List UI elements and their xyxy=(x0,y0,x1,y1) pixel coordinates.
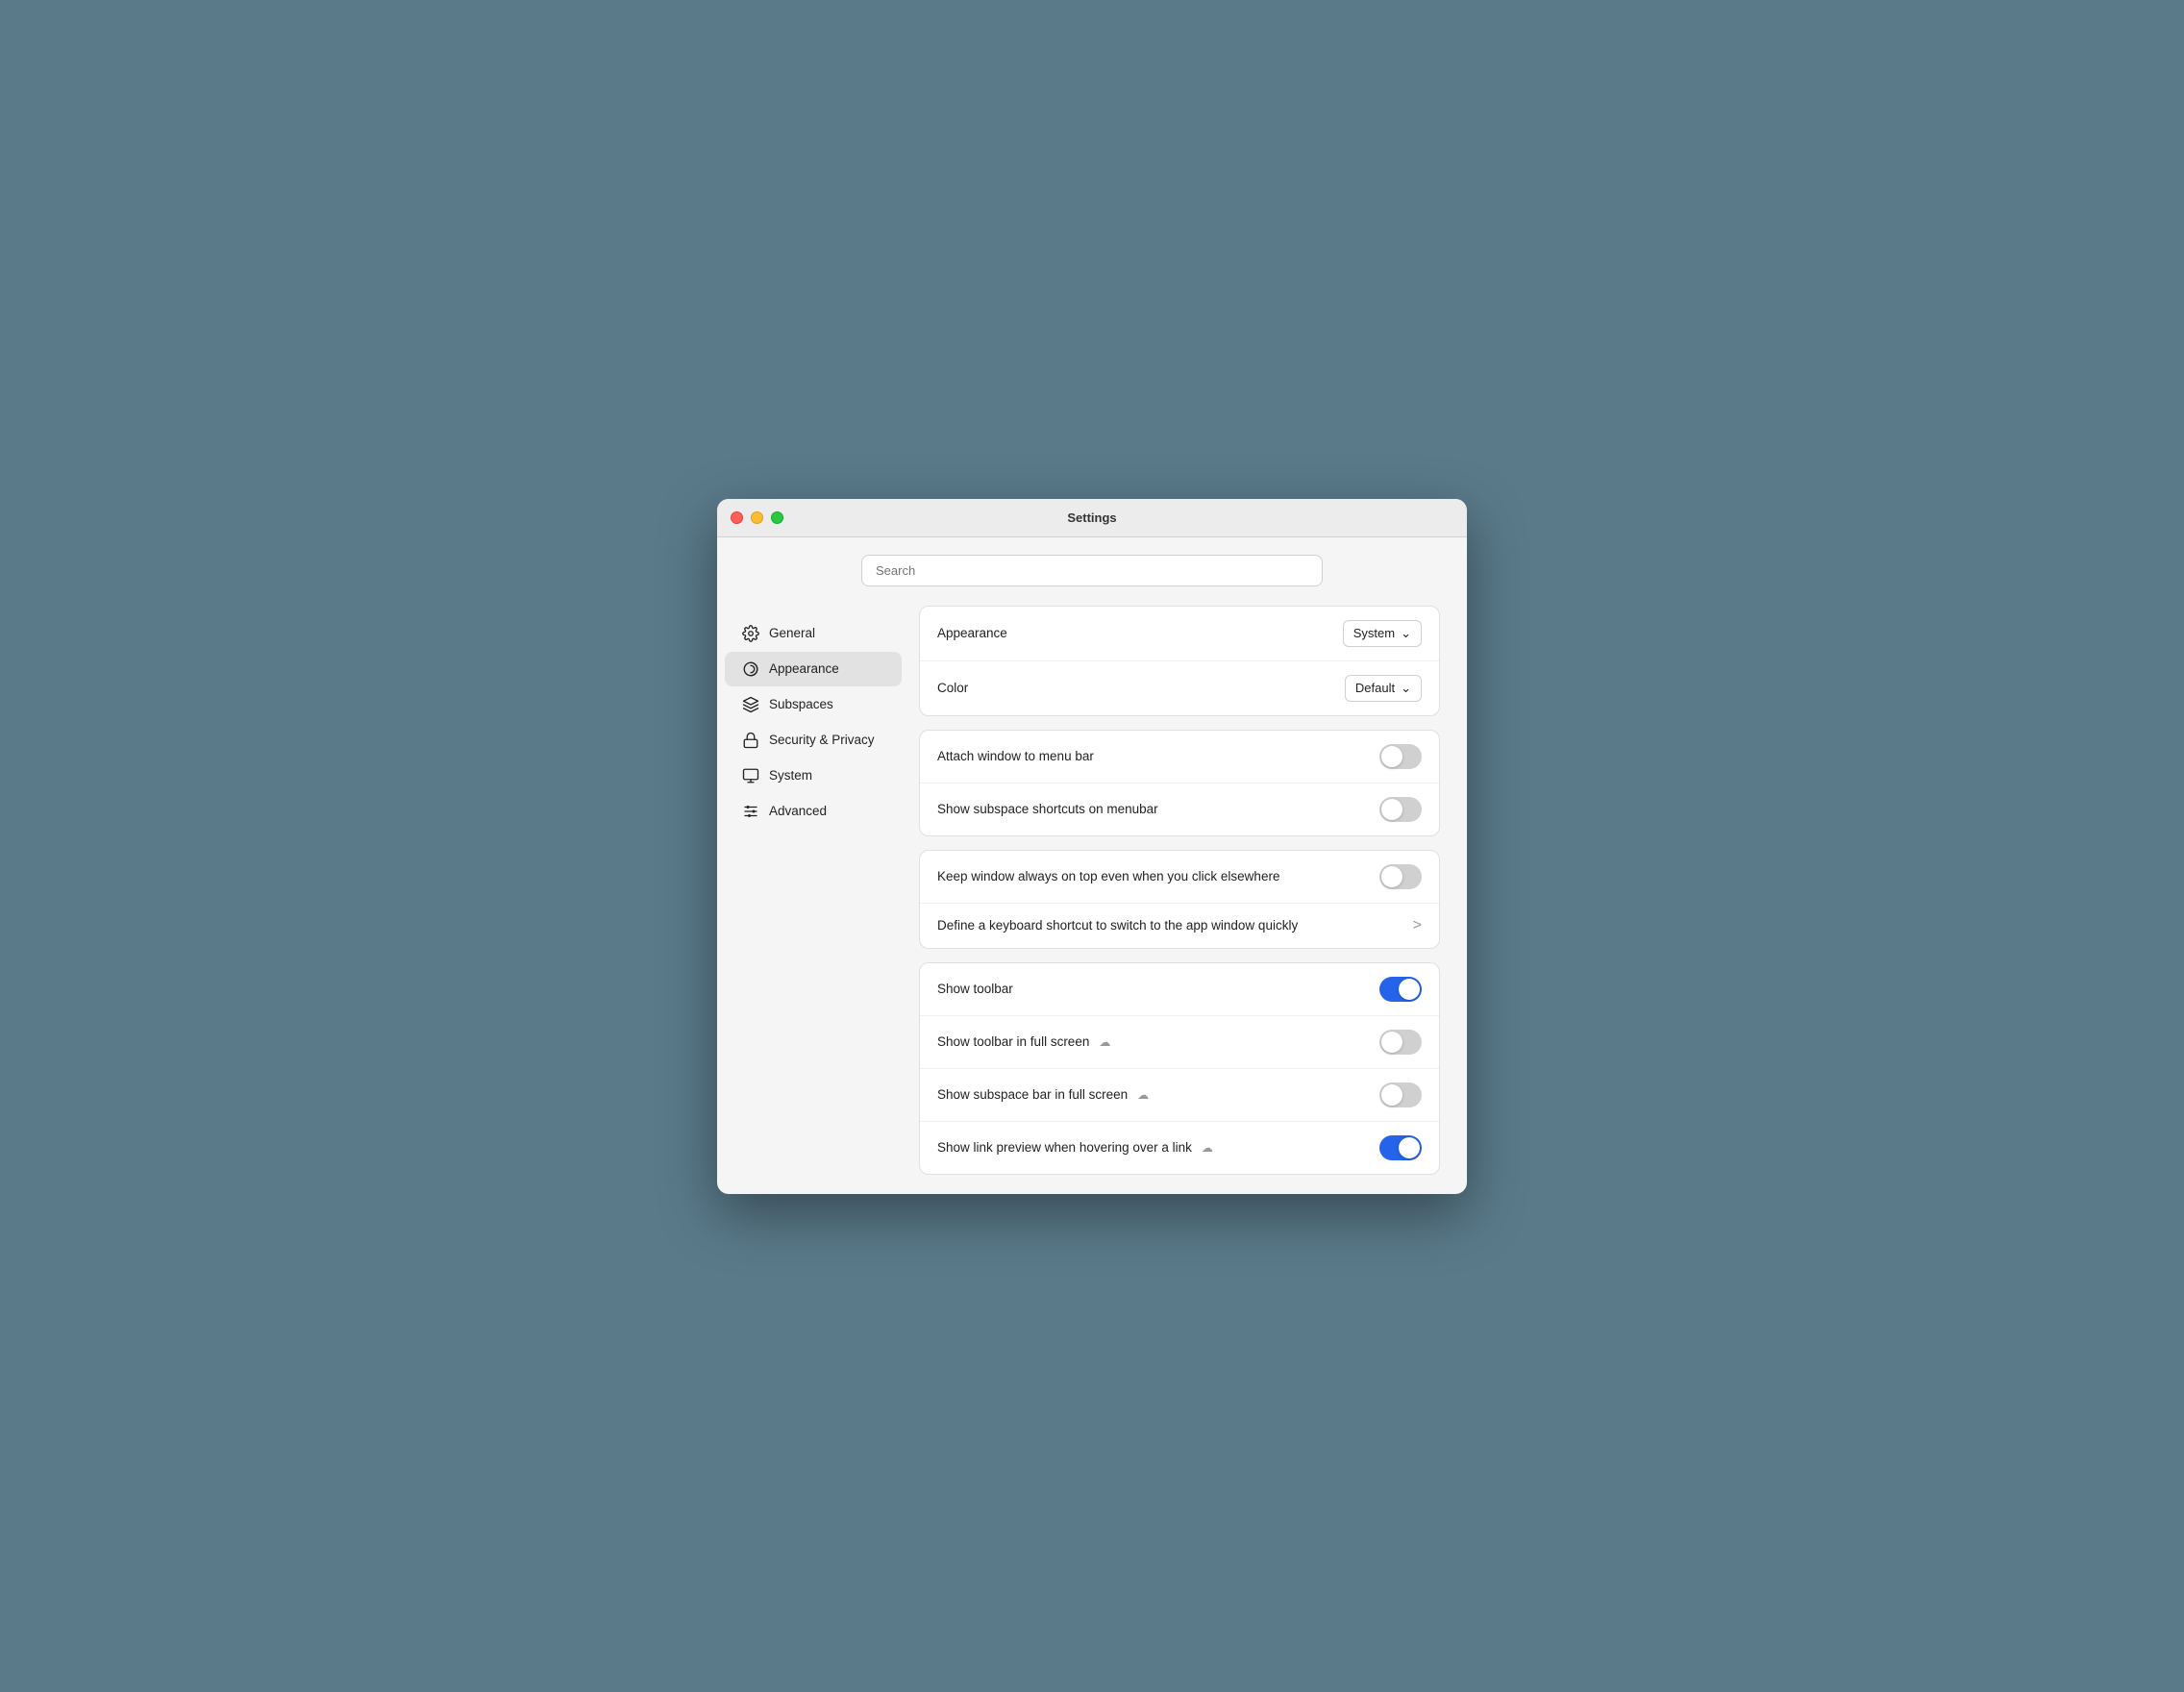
appearance-label: Appearance xyxy=(937,626,1007,640)
settings-window: Settings General xyxy=(717,499,1467,1194)
search-area xyxy=(717,537,1467,596)
cloud-icon-3: ☁ xyxy=(1199,1141,1216,1155)
keep-on-top-toggle[interactable] xyxy=(1379,864,1422,889)
close-button[interactable] xyxy=(731,511,743,524)
toolbar-fullscreen-row: Show toolbar in full screen ☁ xyxy=(920,1016,1439,1069)
toolbar-fullscreen-toggle[interactable] xyxy=(1379,1030,1422,1055)
color-dropdown-value: Default xyxy=(1355,681,1395,695)
titlebar: Settings xyxy=(717,499,1467,537)
maximize-button[interactable] xyxy=(771,511,783,524)
link-preview-row: Show link preview when hovering over a l… xyxy=(920,1122,1439,1174)
window-content: General Appearance Subspaces xyxy=(717,537,1467,1194)
sidebar-label-advanced: Advanced xyxy=(769,804,827,818)
appearance-icon xyxy=(742,660,759,678)
sidebar-label-general: General xyxy=(769,626,815,640)
window-title: Settings xyxy=(1067,510,1116,525)
link-preview-toggle[interactable] xyxy=(1379,1135,1422,1160)
lock-icon xyxy=(742,732,759,749)
sidebar-item-general[interactable]: General xyxy=(725,616,902,651)
color-label: Color xyxy=(937,681,968,695)
chevron-right-icon: > xyxy=(1413,917,1422,934)
minimize-button[interactable] xyxy=(751,511,763,524)
color-row: Color Default ⌄ xyxy=(920,661,1439,715)
show-shortcuts-toggle[interactable] xyxy=(1379,797,1422,822)
appearance-dropdown-value: System xyxy=(1353,626,1395,640)
appearance-color-card: Appearance System ⌄ Color Default ⌄ xyxy=(919,606,1440,716)
show-toolbar-label: Show toolbar xyxy=(937,982,1013,996)
sidebar-item-advanced[interactable]: Advanced xyxy=(725,794,902,829)
sidebar: General Appearance Subspaces xyxy=(717,606,909,1175)
sidebar-label-appearance: Appearance xyxy=(769,661,839,676)
main-content: Appearance System ⌄ Color Default ⌄ xyxy=(909,606,1467,1175)
attach-window-row: Attach window to menu bar xyxy=(920,731,1439,784)
chevron-down-icon: ⌄ xyxy=(1401,681,1411,696)
keyboard-shortcut-label: Define a keyboard shortcut to switch to … xyxy=(937,918,1298,933)
toolbar-card: Show toolbar Show toolbar in full screen… xyxy=(919,962,1440,1175)
sliders-icon xyxy=(742,803,759,820)
cloud-icon-1: ☁ xyxy=(1096,1035,1113,1049)
gear-icon xyxy=(742,625,759,642)
keep-on-top-label: Keep window always on top even when you … xyxy=(937,869,1279,883)
attach-window-toggle[interactable] xyxy=(1379,744,1422,769)
show-toolbar-row: Show toolbar xyxy=(920,963,1439,1016)
traffic-lights xyxy=(731,511,783,524)
subspace-bar-fullscreen-label: Show subspace bar in full screen ☁ xyxy=(937,1087,1152,1102)
keyboard-shortcut-row[interactable]: Define a keyboard shortcut to switch to … xyxy=(920,904,1439,948)
show-shortcuts-row: Show subspace shortcuts on menubar xyxy=(920,784,1439,835)
keep-on-top-row: Keep window always on top even when you … xyxy=(920,851,1439,904)
subspace-bar-fullscreen-toggle[interactable] xyxy=(1379,1082,1422,1107)
search-wrapper xyxy=(861,555,1323,586)
layers-icon xyxy=(742,696,759,713)
window-behavior-card: Keep window always on top even when you … xyxy=(919,850,1440,949)
sidebar-label-system: System xyxy=(769,768,812,783)
sidebar-item-appearance[interactable]: Appearance xyxy=(725,652,902,686)
appearance-dropdown[interactable]: System ⌄ xyxy=(1343,620,1422,647)
show-shortcuts-label: Show subspace shortcuts on menubar xyxy=(937,802,1158,816)
subspace-bar-fullscreen-row: Show subspace bar in full screen ☁ xyxy=(920,1069,1439,1122)
show-toolbar-toggle[interactable] xyxy=(1379,977,1422,1002)
color-dropdown[interactable]: Default ⌄ xyxy=(1345,675,1422,702)
link-preview-label: Show link preview when hovering over a l… xyxy=(937,1140,1216,1155)
sidebar-item-security[interactable]: Security & Privacy xyxy=(725,723,902,758)
chevron-down-icon: ⌄ xyxy=(1401,626,1411,641)
cloud-icon-2: ☁ xyxy=(1134,1088,1152,1102)
main-layout: General Appearance Subspaces xyxy=(717,596,1467,1194)
sidebar-label-subspaces: Subspaces xyxy=(769,697,833,711)
menubar-card: Attach window to menu bar Show subspace … xyxy=(919,730,1440,836)
toolbar-fullscreen-label: Show toolbar in full screen ☁ xyxy=(937,1034,1113,1049)
sidebar-item-system[interactable]: System xyxy=(725,759,902,793)
sidebar-label-security: Security & Privacy xyxy=(769,733,875,747)
monitor-icon xyxy=(742,767,759,784)
sidebar-item-subspaces[interactable]: Subspaces xyxy=(725,687,902,722)
search-input[interactable] xyxy=(861,555,1323,586)
appearance-row: Appearance System ⌄ xyxy=(920,607,1439,661)
attach-window-label: Attach window to menu bar xyxy=(937,749,1094,763)
